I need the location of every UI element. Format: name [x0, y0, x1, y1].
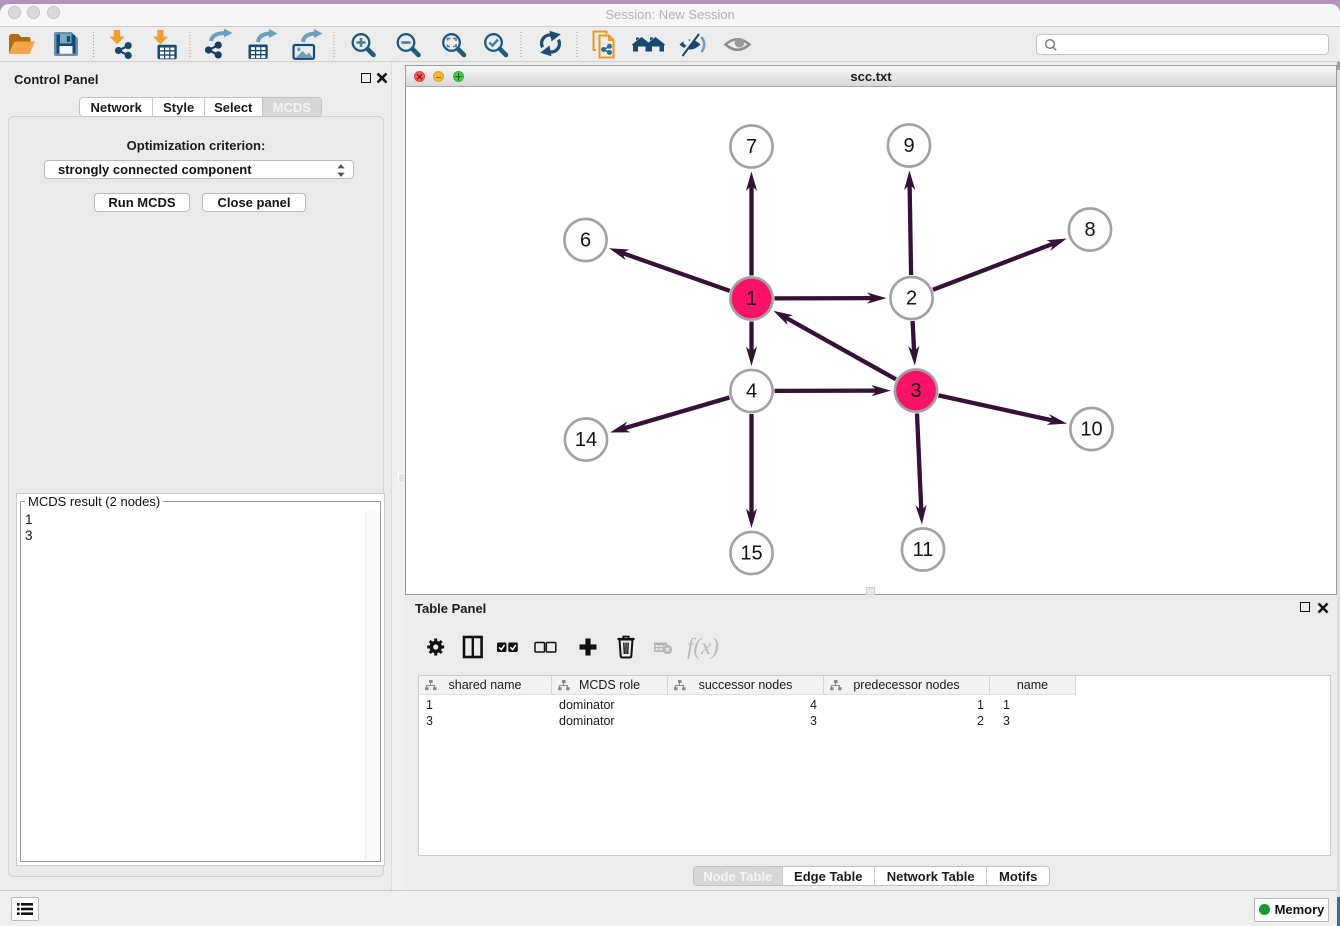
svg-text:1: 1 — [746, 288, 757, 310]
svg-text:4: 4 — [746, 381, 757, 403]
svg-text:9: 9 — [903, 135, 914, 157]
svg-text:6: 6 — [580, 230, 591, 252]
svg-text:15: 15 — [740, 543, 762, 565]
svg-text:11: 11 — [913, 539, 934, 561]
svg-text:3: 3 — [910, 380, 921, 402]
svg-text:7: 7 — [746, 136, 757, 158]
svg-text:2: 2 — [906, 288, 917, 310]
svg-text:8: 8 — [1084, 219, 1095, 241]
svg-text:10: 10 — [1080, 419, 1102, 441]
svg-text:14: 14 — [575, 429, 597, 451]
svg-text:f(x): f(x) — [687, 634, 719, 659]
